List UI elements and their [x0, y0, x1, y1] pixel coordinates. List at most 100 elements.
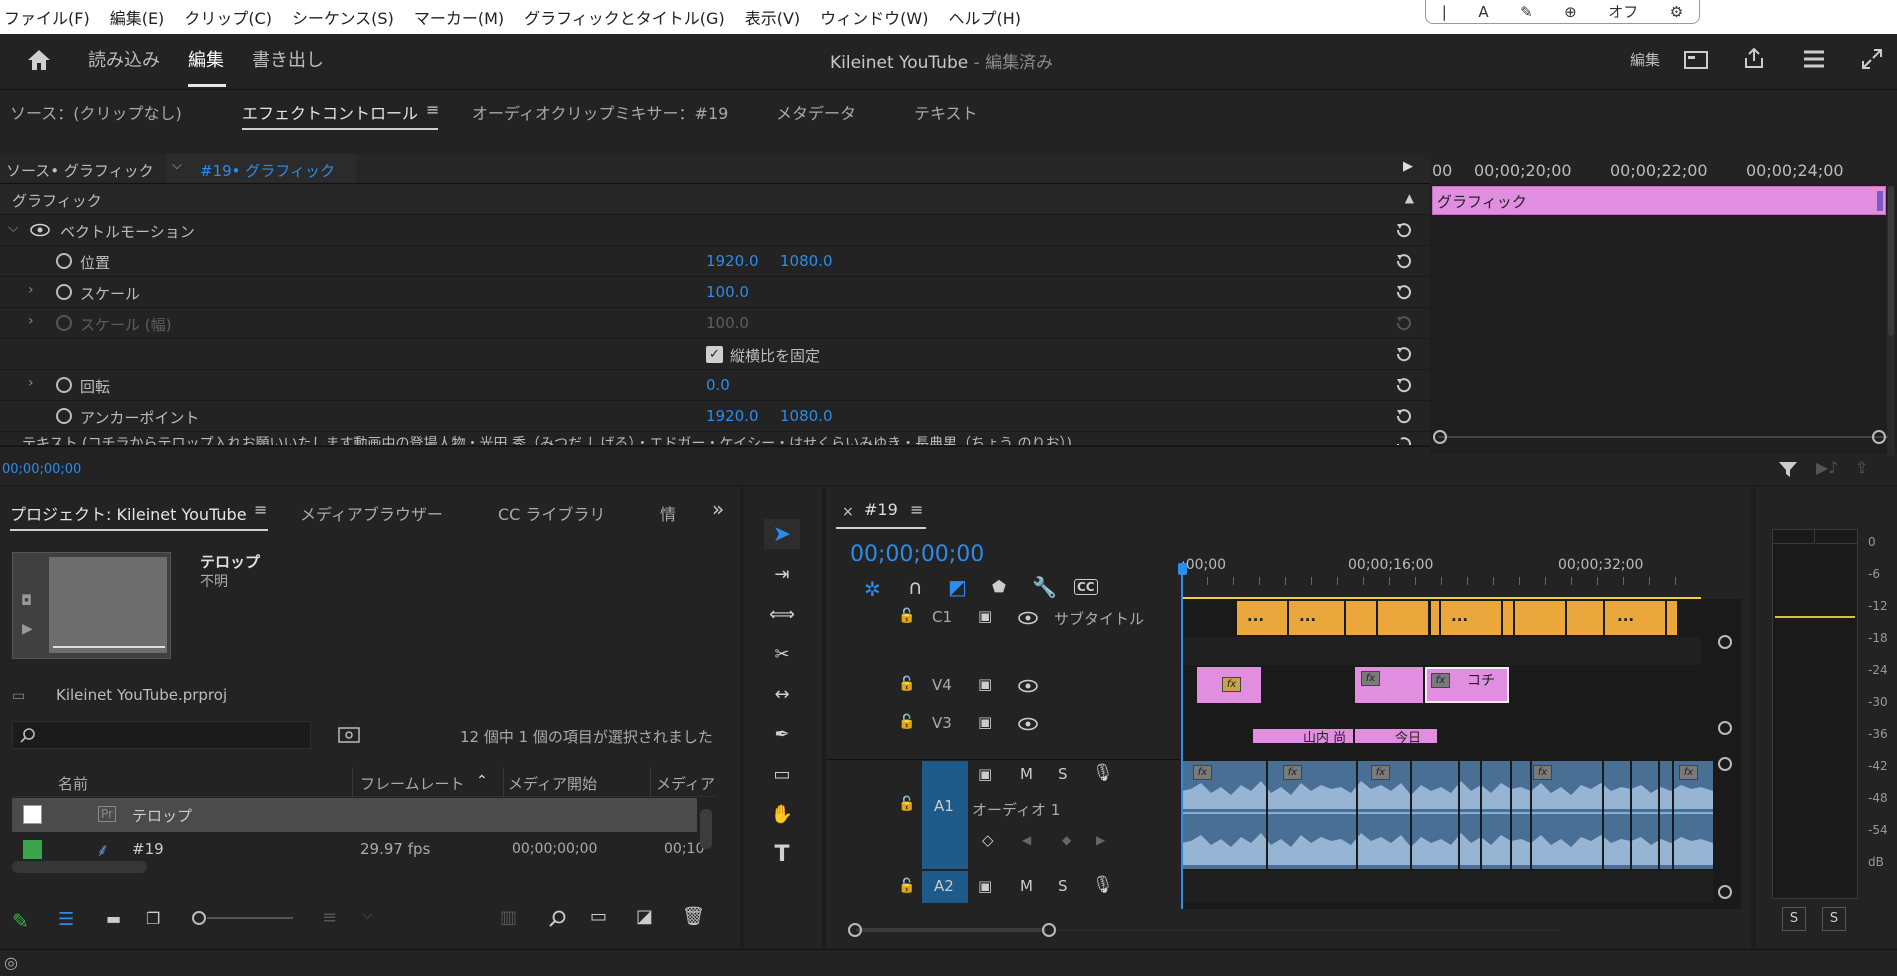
rectangle-tool-icon[interactable]: ▭ — [764, 759, 800, 789]
tab-source[interactable]: ソース：(クリップなし) — [10, 100, 182, 124]
creative-cloud-icon[interactable]: ◎ — [4, 953, 18, 972]
anchor-x-value[interactable]: 1920.0 — [706, 407, 759, 425]
rotation-value[interactable]: 0.0 — [706, 376, 730, 394]
stopwatch-icon[interactable] — [56, 284, 72, 300]
collapse-up-icon[interactable]: ▲ — [1405, 191, 1414, 205]
graphic-clip-bar[interactable]: グラフィック — [1432, 186, 1886, 215]
solo-button[interactable]: S — [1058, 877, 1068, 895]
graphic-clip-selected[interactable]: fx コチ — [1425, 667, 1509, 703]
lock-icon[interactable]: 🔓 — [898, 878, 915, 894]
sync-lock-icon[interactable]: ▣ — [978, 607, 992, 625]
selection-tool-icon[interactable]: ➤ — [764, 519, 800, 549]
floatbar-off-label[interactable]: オフ — [1608, 1, 1638, 22]
overflow-chevron-icon[interactable]: » — [712, 497, 724, 521]
position-y-value[interactable]: 1080.0 — [780, 252, 833, 270]
tab-audio-mixer[interactable]: オーディオクリップミキサー：#19 — [472, 100, 728, 124]
zoom-handle-right[interactable] — [1042, 923, 1056, 937]
add-icon[interactable]: ⊕ — [1564, 3, 1577, 21]
audio-scroll-handle-top[interactable] — [1718, 757, 1732, 771]
snap-magnet-icon[interactable]: ∩ — [908, 575, 923, 599]
graphic-clip[interactable]: fx — [1355, 667, 1423, 703]
peak-indicator-right[interactable] — [1816, 530, 1858, 544]
search-input[interactable] — [41, 724, 301, 746]
zoom-handle-right[interactable] — [1872, 430, 1886, 444]
audio-clips[interactable]: fx fx fx fx fx — [1181, 761, 1713, 869]
horizontal-zoom-bar[interactable] — [848, 923, 1748, 937]
solo-left-button[interactable]: S — [1782, 907, 1806, 931]
mic-icon[interactable]: 🎙 — [1092, 763, 1114, 783]
eye-icon[interactable] — [1018, 717, 1038, 731]
razor-tool-icon[interactable]: ✂ — [764, 639, 800, 669]
type-tool-icon[interactable]: T — [764, 839, 800, 869]
tab-text[interactable]: テキスト — [914, 100, 978, 124]
solo-button[interactable]: S — [1058, 765, 1068, 783]
reset-icon[interactable] — [1394, 282, 1414, 302]
track-label[interactable]: V4 — [932, 676, 952, 694]
stopwatch-icon[interactable] — [56, 253, 72, 269]
trash-icon[interactable]: 🗑 — [682, 906, 705, 927]
zoom-slider-handle[interactable] — [192, 911, 206, 925]
panel-menu-icon[interactable]: ≡ — [426, 100, 439, 119]
eye-icon[interactable] — [1018, 679, 1038, 693]
list-view-icon[interactable]: ☰ — [58, 909, 74, 930]
playhead[interactable] — [1181, 569, 1183, 909]
caption-clip[interactable] — [1346, 601, 1376, 635]
preview-scrubber[interactable] — [53, 646, 165, 648]
menu-graphics[interactable]: グラフィックとタイトル(G) — [524, 5, 725, 29]
caption-clip[interactable]: ... — [1289, 601, 1344, 635]
ec-timecode[interactable]: 00;00;00;00 — [2, 462, 81, 477]
keyframe-icon[interactable]: ◇ — [982, 831, 994, 849]
scrollbar-thumb[interactable] — [1888, 186, 1894, 336]
vertical-scrollbar[interactable] — [1887, 186, 1895, 456]
reset-icon[interactable] — [1394, 344, 1414, 364]
preview-thumbnail[interactable]: ◘ ▶ — [12, 552, 171, 659]
search-icon[interactable] — [548, 909, 568, 929]
zoom-handle-left[interactable] — [848, 923, 862, 937]
workspace-label[interactable]: 編集 — [1630, 49, 1660, 70]
label-color-swatch[interactable] — [23, 840, 42, 859]
scale-value[interactable]: 100.0 — [706, 283, 749, 301]
anchor-y-value[interactable]: 1080.0 — [780, 407, 833, 425]
camera-icon[interactable]: ◘ — [21, 593, 32, 609]
tab-import[interactable]: 読み込み — [88, 46, 160, 72]
fullscreen-icon[interactable] — [1860, 47, 1884, 71]
sync-lock-icon[interactable]: ▣ — [978, 713, 992, 731]
hand-tool-icon[interactable]: ✋ — [764, 799, 800, 829]
play-icon[interactable]: ▶ — [22, 621, 33, 637]
uniform-scale-checkbox[interactable]: ✓ — [706, 346, 723, 363]
pencil-icon[interactable]: ✎ — [12, 909, 29, 933]
menu-marker[interactable]: マーカー(M) — [414, 5, 504, 29]
sequence-tab[interactable]: #19 — [864, 500, 898, 519]
caption-clip[interactable] — [1431, 601, 1439, 635]
solo-right-button[interactable]: S — [1822, 907, 1846, 931]
timeline-ruler[interactable]: ;00;00 00;00;16;00 00;00;32;00 — [1181, 547, 1751, 587]
quick-export-icon[interactable] — [1802, 48, 1826, 70]
caption-clip[interactable]: ... — [1605, 601, 1665, 635]
panel-menu-icon[interactable]: ≡ — [254, 500, 267, 519]
lock-icon[interactable]: 🔓 — [898, 796, 915, 812]
mute-button[interactable]: M — [1020, 877, 1033, 895]
horizontal-scrollbar[interactable] — [12, 861, 147, 873]
reset-icon[interactable] — [1394, 406, 1414, 426]
seq-crumb-box[interactable]: ⌵ #19• グラフィック — [166, 154, 356, 183]
menu-view[interactable]: 表示(V) — [745, 5, 800, 29]
reset-icon[interactable] — [1394, 375, 1414, 395]
tab-cc-libraries[interactable]: CC ライブラリ — [498, 501, 605, 525]
column-name[interactable]: 名前 — [58, 773, 88, 794]
sync-lock-icon[interactable]: ▣ — [978, 877, 992, 895]
source-patch-a1[interactable]: A1 — [922, 761, 968, 869]
chevron-down-icon[interactable]: ⌵ — [8, 220, 19, 236]
tab-info[interactable]: 情 — [660, 501, 676, 525]
track-area[interactable]: ... ... ... ... fx fx fx コチ 山内 尚 今日 fx f… — [1178, 563, 1741, 909]
settings-icon[interactable]: ⚙ — [1670, 3, 1683, 21]
zoom-handle-left[interactable] — [1433, 430, 1447, 444]
caption-clip[interactable] — [1503, 601, 1513, 635]
stopwatch-icon[interactable] — [56, 377, 72, 393]
playhead-handle[interactable] — [1178, 563, 1187, 575]
column-media-start[interactable]: メディア開始 — [508, 773, 597, 794]
pen-tool-icon[interactable]: ✒ — [764, 719, 800, 749]
chevron-right-icon[interactable]: › — [28, 313, 34, 329]
reset-icon[interactable] — [1394, 251, 1414, 271]
panel-menu-icon[interactable]: ≡ — [910, 500, 923, 519]
column-framerate[interactable]: フレームレート — [360, 773, 465, 794]
